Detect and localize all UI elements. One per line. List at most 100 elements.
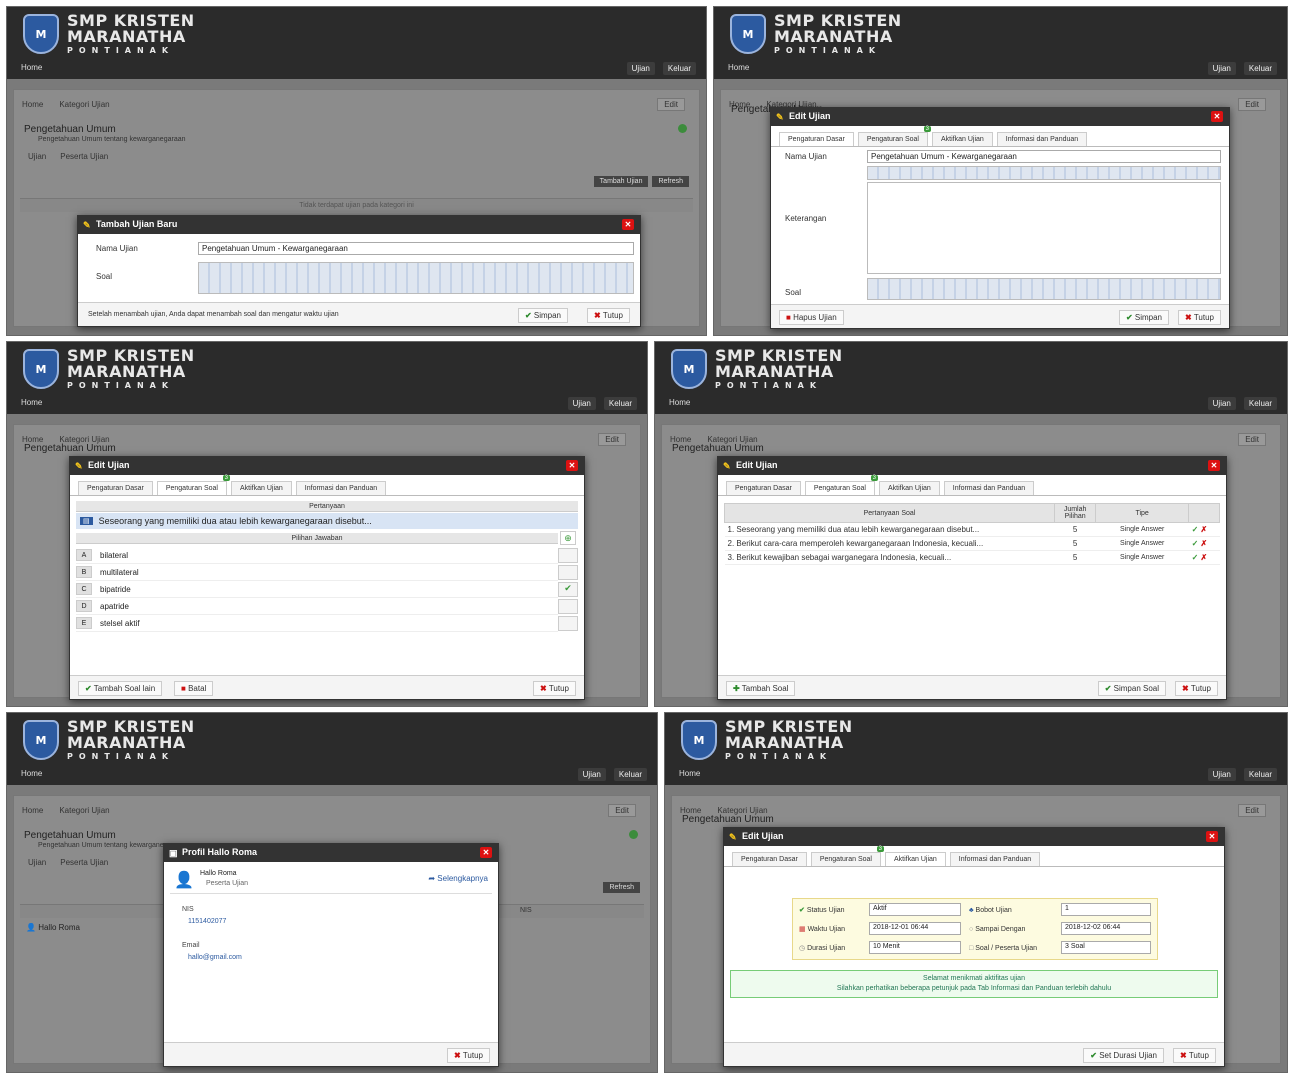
tab-pengaturan-soal[interactable]: Pengaturan Soal 3 xyxy=(804,475,878,495)
waktu-mulai-input[interactable]: 2018-12-01 06:44 xyxy=(869,922,961,935)
tab-aktifkan-ujian[interactable]: Aktifkan Ujian xyxy=(230,481,292,495)
delete-icon[interactable]: ✗ xyxy=(1201,553,1208,562)
close-icon[interactable]: ✕ xyxy=(1208,460,1220,471)
tutup-button[interactable]: ✖ Tutup xyxy=(1173,1048,1216,1063)
tab-aktifkan-ujian[interactable]: Aktifkan Ujian xyxy=(878,481,940,495)
simpan-button[interactable]: ✔ Simpan xyxy=(1118,310,1169,325)
table-row[interactable]: 3. Berikut kewajiban sebagai warganegara… xyxy=(724,550,1220,565)
simpan-button[interactable]: ✔ Simpan xyxy=(517,308,568,323)
tab-pengaturan-soal[interactable]: Pengaturan Soal 3 xyxy=(857,126,931,146)
tambah-soal-button[interactable]: ✚ Tambah Soal xyxy=(726,681,796,696)
nav-keluar[interactable]: Keluar xyxy=(603,397,637,410)
crumb-category[interactable]: Kategori Ujian xyxy=(59,100,109,114)
soal-toolbar[interactable] xyxy=(867,278,1221,300)
nav-keluar[interactable]: Keluar xyxy=(662,62,696,75)
tab-aktifkan-ujian[interactable]: Aktifkan Ujian xyxy=(884,852,946,866)
nav-home[interactable]: Home xyxy=(669,398,690,407)
crumb-home[interactable]: Home xyxy=(22,100,43,114)
close-icon[interactable]: ✕ xyxy=(1211,111,1223,122)
option-checkbox[interactable] xyxy=(558,599,578,614)
option-row[interactable]: Bmultilateral xyxy=(76,564,558,581)
nav-ujian[interactable]: Ujian xyxy=(1207,397,1236,410)
nav-keluar[interactable]: Keluar xyxy=(613,768,647,781)
durasi-select[interactable]: 10 Menit xyxy=(869,941,961,954)
close-icon[interactable]: ✕ xyxy=(1206,831,1218,842)
batal-button[interactable]: ■ Batal xyxy=(174,681,214,696)
table-row[interactable]: 1. Seseorang yang memiliki dua atau lebi… xyxy=(724,522,1220,537)
close-icon[interactable]: ✕ xyxy=(480,847,492,858)
keterangan-toolbar[interactable] xyxy=(867,166,1221,180)
delete-icon[interactable]: ✗ xyxy=(1201,525,1208,534)
edit-button[interactable]: Edit xyxy=(1238,804,1266,817)
nav-ujian[interactable]: Ujian xyxy=(577,768,606,781)
option-row[interactable]: Cbipatride xyxy=(76,581,558,598)
nav-home[interactable]: Home xyxy=(728,63,749,72)
status-select[interactable]: Aktif xyxy=(869,903,961,916)
edit-icon[interactable]: ✓ xyxy=(1192,525,1199,534)
soal-peserta-select[interactable]: 3 Soal xyxy=(1061,941,1151,954)
tab-pengaturan-dasar[interactable]: Pengaturan Dasar xyxy=(779,132,854,146)
tab-ujian[interactable]: Ujian xyxy=(28,152,46,161)
option-checkbox[interactable] xyxy=(558,616,578,631)
nav-home[interactable]: Home xyxy=(21,398,42,407)
nav-home[interactable]: Home xyxy=(21,769,42,778)
nav-home[interactable]: Home xyxy=(21,63,42,72)
editor-toolbar[interactable] xyxy=(198,262,634,294)
bobot-select[interactable]: 1 xyxy=(1061,903,1151,916)
tab-pengaturan-dasar[interactable]: Pengaturan Dasar xyxy=(726,481,801,495)
option-row[interactable]: Dapatride xyxy=(76,598,558,615)
tab-pengaturan-dasar[interactable]: Pengaturan Dasar xyxy=(732,852,807,866)
set-durasi-button[interactable]: ✔ Set Durasi Ujian xyxy=(1083,1048,1164,1063)
tab-pengaturan-soal[interactable]: Pengaturan Soal 3 xyxy=(156,475,230,495)
option-checkbox-checked[interactable]: ✔ xyxy=(558,582,578,597)
tab-pengaturan-dasar[interactable]: Pengaturan Dasar xyxy=(78,481,153,495)
option-row[interactable]: Abilateral xyxy=(76,547,558,564)
option-checkbox[interactable] xyxy=(558,548,578,563)
keterangan-editor[interactable] xyxy=(867,182,1221,274)
option-row[interactable]: Estelsel aktif xyxy=(76,615,558,632)
add-option-icon[interactable]: ⊕ xyxy=(560,531,576,545)
refresh-button[interactable]: Refresh xyxy=(603,882,640,893)
edit-button[interactable]: Edit xyxy=(608,804,636,817)
nav-ujian[interactable]: Ujian xyxy=(626,62,655,75)
nav-keluar[interactable]: Keluar xyxy=(1243,397,1277,410)
crumb-category[interactable]: Kategori Ujian xyxy=(59,806,109,820)
tab-informasi[interactable]: Informasi dan Panduan xyxy=(943,481,1035,495)
tab-pengaturan-soal[interactable]: Pengaturan Soal 3 xyxy=(810,846,884,866)
refresh-button[interactable]: Refresh xyxy=(652,176,689,187)
tab-aktifkan-ujian[interactable]: Aktifkan Ujian xyxy=(931,132,993,146)
nav-ujian[interactable]: Ujian xyxy=(1207,768,1236,781)
tab-peserta[interactable]: Peserta Ujian xyxy=(60,858,108,867)
close-icon[interactable]: ✕ xyxy=(566,460,578,471)
option-checkbox[interactable] xyxy=(558,565,578,580)
nama-ujian-input[interactable]: Pengetahuan Umum - Kewarganegaraan xyxy=(867,150,1221,163)
tab-ujian[interactable]: Ujian xyxy=(28,858,46,867)
edit-button[interactable]: Edit xyxy=(598,433,626,446)
waktu-sampai-input[interactable]: 2018-12-02 06:44 xyxy=(1061,922,1151,935)
selengkapnya-button[interactable]: ➦ Selengkapnya xyxy=(428,874,488,883)
edit-button[interactable]: Edit xyxy=(657,98,685,111)
nav-ujian[interactable]: Ujian xyxy=(1207,62,1236,75)
tab-informasi[interactable]: Informasi dan Panduan xyxy=(295,481,387,495)
edit-icon[interactable]: ✓ xyxy=(1192,553,1199,562)
table-row[interactable]: 2. Berikut cara-cara memperoleh kewargan… xyxy=(724,536,1220,551)
tutup-button[interactable]: ✖ Tutup xyxy=(1175,681,1218,696)
tutup-button[interactable]: ✖ Tutup xyxy=(533,681,576,696)
tutup-button[interactable]: ✖ Tutup xyxy=(587,308,630,323)
tab-informasi[interactable]: Informasi dan Panduan xyxy=(996,132,1088,146)
edit-button[interactable]: Edit xyxy=(1238,433,1266,446)
tab-informasi[interactable]: Informasi dan Panduan xyxy=(949,852,1041,866)
nav-keluar[interactable]: Keluar xyxy=(1243,768,1277,781)
tab-peserta[interactable]: Peserta Ujian xyxy=(60,152,108,161)
nama-ujian-input[interactable]: Pengetahuan Umum - Kewarganegaraan xyxy=(198,242,634,255)
nav-ujian[interactable]: Ujian xyxy=(567,397,596,410)
simpan-soal-button[interactable]: ✔ Simpan Soal xyxy=(1097,681,1166,696)
nav-home[interactable]: Home xyxy=(679,769,700,778)
close-icon[interactable]: ✕ xyxy=(622,219,634,230)
tambah-soal-lain-button[interactable]: ✔ Tambah Soal lain xyxy=(78,681,163,696)
pertanyaan-row[interactable]: ▤ Seseorang yang memiliki dua atau lebih … xyxy=(76,513,578,529)
edit-button[interactable]: Edit xyxy=(1238,98,1266,111)
delete-icon[interactable]: ✗ xyxy=(1201,539,1208,548)
nav-keluar[interactable]: Keluar xyxy=(1243,62,1277,75)
tambah-ujian-button[interactable]: Tambah Ujian xyxy=(593,176,649,187)
